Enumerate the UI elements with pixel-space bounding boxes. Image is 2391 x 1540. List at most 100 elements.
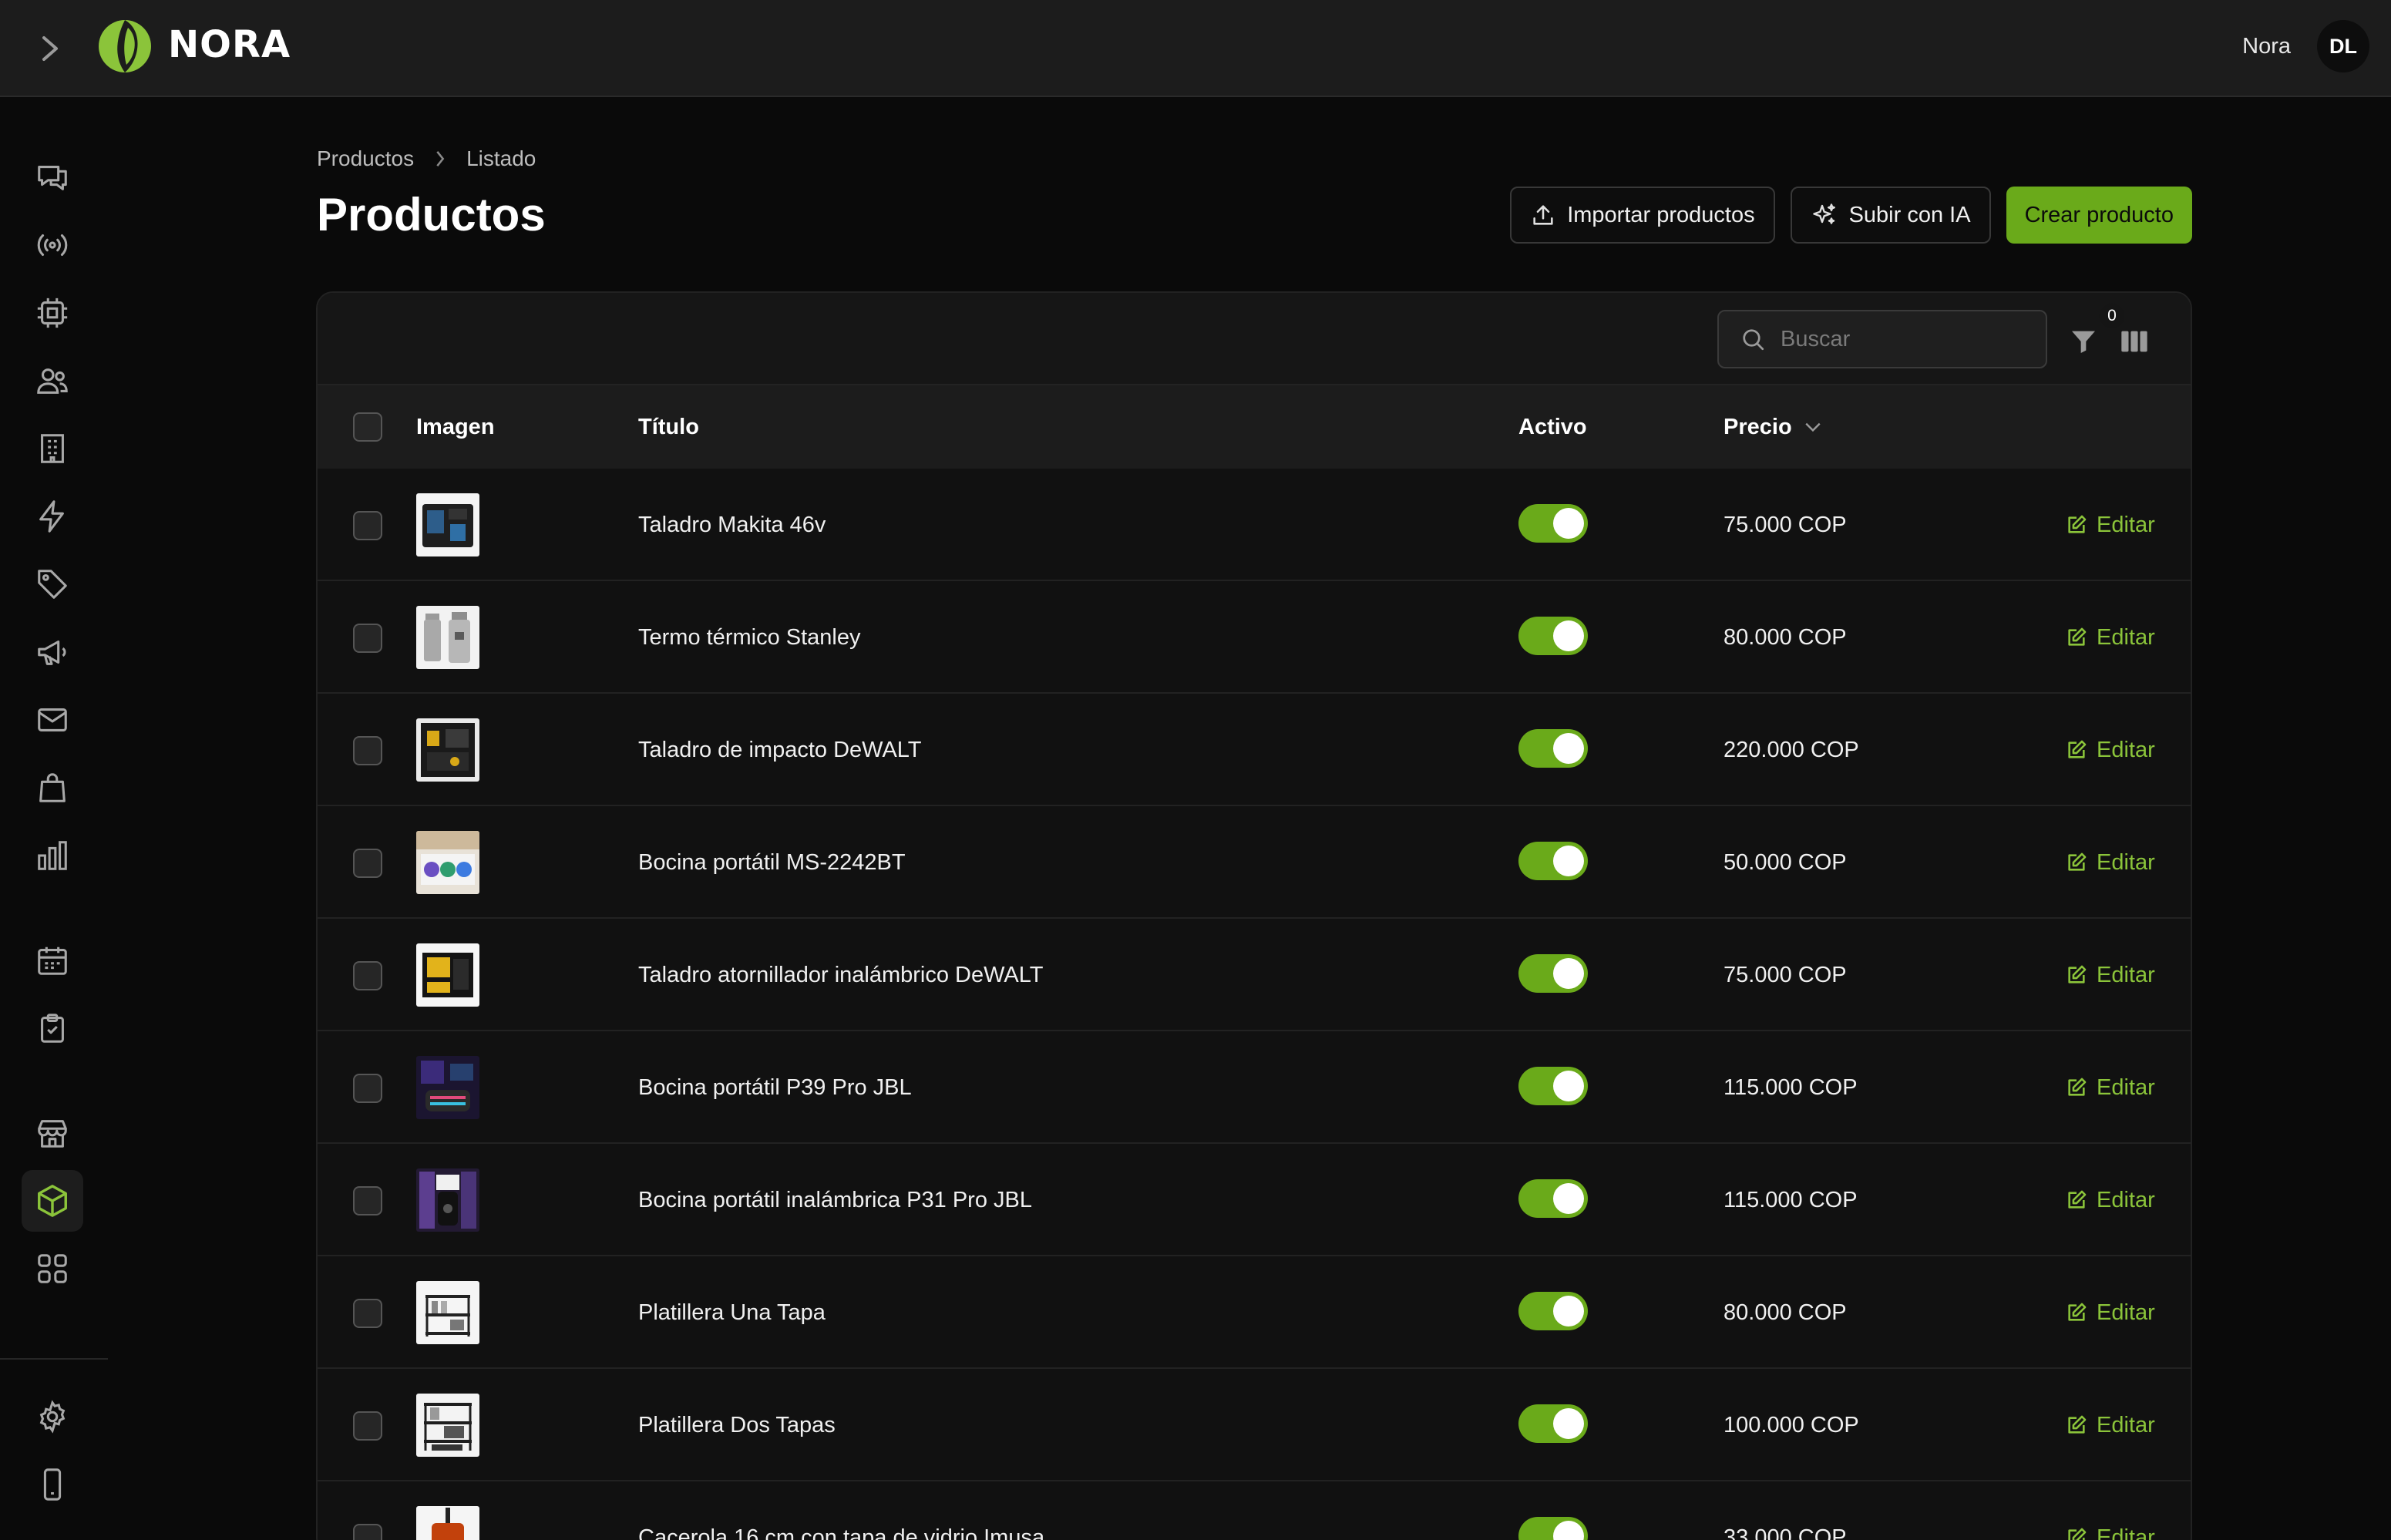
table-row[interactable]: Bocina portátil inalámbrica P31 Pro JBL … [318, 1144, 2191, 1256]
edit-icon [2068, 627, 2087, 646]
product-title[interactable]: Platillera Una Tapa [638, 1256, 826, 1369]
sidebar-item-chat[interactable] [22, 146, 83, 208]
edit-button[interactable]: Editar [2066, 1031, 2155, 1144]
breadcrumb-item-products[interactable]: Productos [317, 146, 414, 171]
sidebar-item-email[interactable] [22, 689, 83, 751]
active-toggle[interactable] [1518, 1404, 1588, 1443]
edit-button[interactable]: Editar [2066, 469, 2155, 581]
sidebar-item-automations[interactable] [22, 486, 83, 547]
table-row[interactable]: Termo térmico Stanley 80.000 COP Editar [318, 581, 2191, 694]
column-header-title[interactable]: Título [638, 385, 699, 469]
active-toggle[interactable] [1518, 504, 1588, 543]
active-toggle[interactable] [1518, 842, 1588, 880]
brand-logo[interactable]: NORA [96, 14, 291, 76]
row-checkbox[interactable] [353, 1524, 382, 1540]
row-checkbox[interactable] [353, 1186, 382, 1216]
product-title[interactable]: Termo térmico Stanley [638, 581, 861, 694]
product-title[interactable]: Taladro de impacto DeWALT [638, 694, 921, 806]
select-all-checkbox[interactable] [353, 412, 382, 442]
column-header-active[interactable]: Activo [1518, 385, 1587, 469]
sidebar-item-ai[interactable] [22, 282, 83, 344]
edit-button[interactable]: Editar [2066, 1481, 2155, 1540]
table-row[interactable]: Taladro de impacto DeWALT 220.000 COP Ed… [318, 694, 2191, 806]
edit-icon [2068, 1415, 2087, 1434]
active-toggle[interactable] [1518, 954, 1588, 993]
active-toggle[interactable] [1518, 1067, 1588, 1105]
edit-button[interactable]: Editar [2066, 581, 2155, 694]
product-title[interactable]: Bocina portátil inalámbrica P31 Pro JBL [638, 1144, 1032, 1256]
table-row[interactable]: Taladro atornillador inalámbrico DeWALT … [318, 919, 2191, 1031]
sidebar-item-settings[interactable] [22, 1386, 83, 1448]
sidebar-item-analytics[interactable] [22, 825, 83, 886]
table-row[interactable]: Platillera Dos Tapas 100.000 COP Editar [318, 1369, 2191, 1481]
column-header-image: Imagen [416, 414, 495, 439]
row-checkbox[interactable] [353, 1074, 382, 1103]
active-toggle[interactable] [1518, 1292, 1588, 1330]
row-checkbox[interactable] [353, 1411, 382, 1441]
chevron-right-icon [436, 151, 445, 166]
ai-upload-button[interactable]: Subir con IA [1790, 187, 1991, 244]
active-toggle[interactable] [1518, 1517, 1588, 1540]
product-title[interactable]: Taladro Makita 46v [638, 469, 826, 581]
product-title[interactable]: Taladro atornillador inalámbrico DeWALT [638, 919, 1043, 1031]
sidebar-divider [0, 1358, 108, 1360]
edit-button[interactable]: Editar [2066, 1256, 2155, 1369]
table-row[interactable]: Bocina portátil MS-2242BT 50.000 COP Edi… [318, 806, 2191, 919]
sidebar-item-products[interactable] [22, 1170, 83, 1232]
user-menu[interactable]: Nora DL [2242, 20, 2369, 72]
page-actions: Importar productos Subir con IA Crear pr… [1510, 187, 2192, 244]
edit-button[interactable]: Editar [2066, 1144, 2155, 1256]
edit-button[interactable]: Editar [2066, 694, 2155, 806]
row-checkbox[interactable] [353, 624, 382, 653]
search-input[interactable] [1781, 326, 2027, 352]
column-header-price[interactable]: Precio [1723, 385, 1821, 469]
row-checkbox[interactable] [353, 1299, 382, 1328]
table-row[interactable]: Bocina portátil P39 Pro JBL 115.000 COP … [318, 1031, 2191, 1144]
product-title[interactable]: Platillera Dos Tapas [638, 1369, 836, 1481]
sidebar-item-store[interactable] [22, 1102, 83, 1164]
create-product-button[interactable]: Crear producto [2006, 187, 2192, 244]
active-toggle[interactable] [1518, 617, 1588, 655]
edit-icon [2068, 1190, 2087, 1209]
row-checkbox[interactable] [353, 961, 382, 990]
sidebar-item-tasks[interactable] [22, 997, 83, 1059]
sidebar-item-broadcast[interactable] [22, 214, 83, 276]
table-toolbar: 0 [318, 293, 2191, 385]
search-box[interactable] [1717, 310, 2047, 368]
product-title[interactable]: Bocina portátil P39 Pro JBL [638, 1031, 912, 1144]
sidebar-item-companies[interactable] [22, 418, 83, 479]
edit-button[interactable]: Editar [2066, 806, 2155, 919]
sidebar [0, 99, 108, 1540]
product-title[interactable]: Cacerola 16 cm con tapa de vidrio Imusa [638, 1481, 1044, 1540]
expand-sidebar-button[interactable] [31, 29, 69, 68]
filter-button[interactable] [2066, 324, 2101, 359]
edit-label: Editar [2097, 849, 2155, 875]
chat-icon [38, 166, 67, 190]
active-toggle[interactable] [1518, 1179, 1588, 1218]
avatar[interactable]: DL [2317, 20, 2369, 72]
sidebar-item-orders[interactable] [22, 757, 83, 819]
product-title[interactable]: Bocina portátil MS-2242BT [638, 806, 906, 919]
import-products-button[interactable]: Importar productos [1510, 187, 1775, 244]
row-checkbox[interactable] [353, 736, 382, 765]
sidebar-item-tags[interactable] [22, 553, 83, 615]
tag-icon [38, 570, 67, 599]
sidebar-item-mobile[interactable] [22, 1454, 83, 1515]
table-row[interactable]: Platillera Una Tapa 80.000 COP Editar [318, 1256, 2191, 1369]
table-row[interactable]: Cacerola 16 cm con tapa de vidrio Imusa … [318, 1481, 2191, 1540]
sidebar-item-contacts[interactable] [22, 350, 83, 412]
sidebar-item-campaigns[interactable] [22, 621, 83, 683]
edit-button[interactable]: Editar [2066, 919, 2155, 1031]
row-checkbox[interactable] [353, 511, 382, 540]
columns-button[interactable] [2117, 324, 2152, 359]
edit-label: Editar [2097, 1412, 2155, 1437]
row-checkbox[interactable] [353, 849, 382, 878]
sidebar-item-calendar[interactable] [22, 930, 83, 991]
product-thumbnail [416, 1506, 479, 1540]
product-price: 50.000 COP [1723, 849, 1847, 875]
edit-icon [2068, 965, 2087, 984]
table-row[interactable]: Taladro Makita 46v 75.000 COP Editar [318, 469, 2191, 581]
active-toggle[interactable] [1518, 729, 1588, 768]
sidebar-item-apps[interactable] [22, 1238, 83, 1300]
edit-button[interactable]: Editar [2066, 1369, 2155, 1481]
